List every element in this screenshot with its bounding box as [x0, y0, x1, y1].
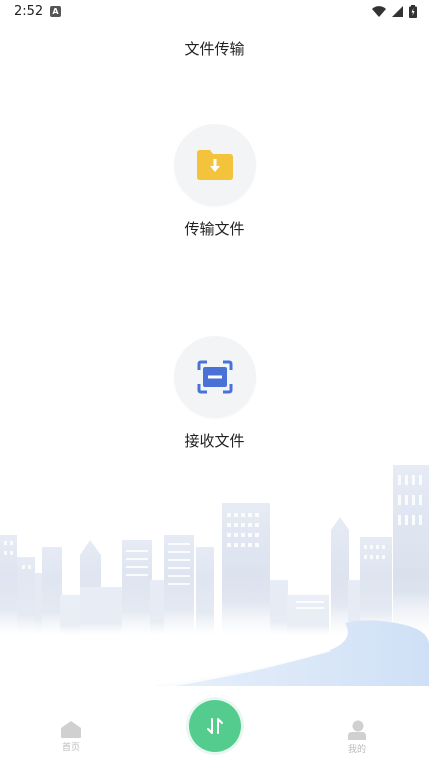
bottom-nav: 首页 我的: [0, 686, 429, 762]
user-icon: [348, 720, 366, 740]
receive-file-action[interactable]: 接收文件: [0, 336, 429, 451]
nav-mine-label: 我的: [347, 745, 366, 755]
battery-icon: [409, 5, 417, 18]
status-bar: 2:52 A: [0, 0, 429, 24]
receive-file-label: 接收文件: [184, 432, 245, 450]
nav-mine[interactable]: 我的: [327, 720, 387, 755]
home-icon: [61, 721, 81, 738]
send-file-button[interactable]: [173, 124, 256, 206]
transfer-button[interactable]: [189, 700, 241, 752]
status-icons: [372, 5, 417, 18]
receive-file-button[interactable]: [173, 336, 256, 418]
notification-icon: A: [50, 6, 61, 17]
nav-home-label: 首页: [61, 743, 80, 753]
city-skyline-illustration: [0, 465, 429, 687]
send-file-action[interactable]: 传输文件: [0, 124, 429, 239]
nav-home[interactable]: 首页: [41, 720, 101, 753]
send-file-label: 传输文件: [184, 220, 245, 238]
wifi-icon: [372, 6, 386, 17]
transfer-arrows-icon: [207, 718, 223, 734]
folder-download-icon: [196, 150, 233, 180]
status-time: 2:52: [14, 4, 44, 19]
signal-icon: [392, 6, 403, 17]
page-title: 文件传输: [184, 40, 245, 58]
scan-icon: [197, 360, 232, 394]
